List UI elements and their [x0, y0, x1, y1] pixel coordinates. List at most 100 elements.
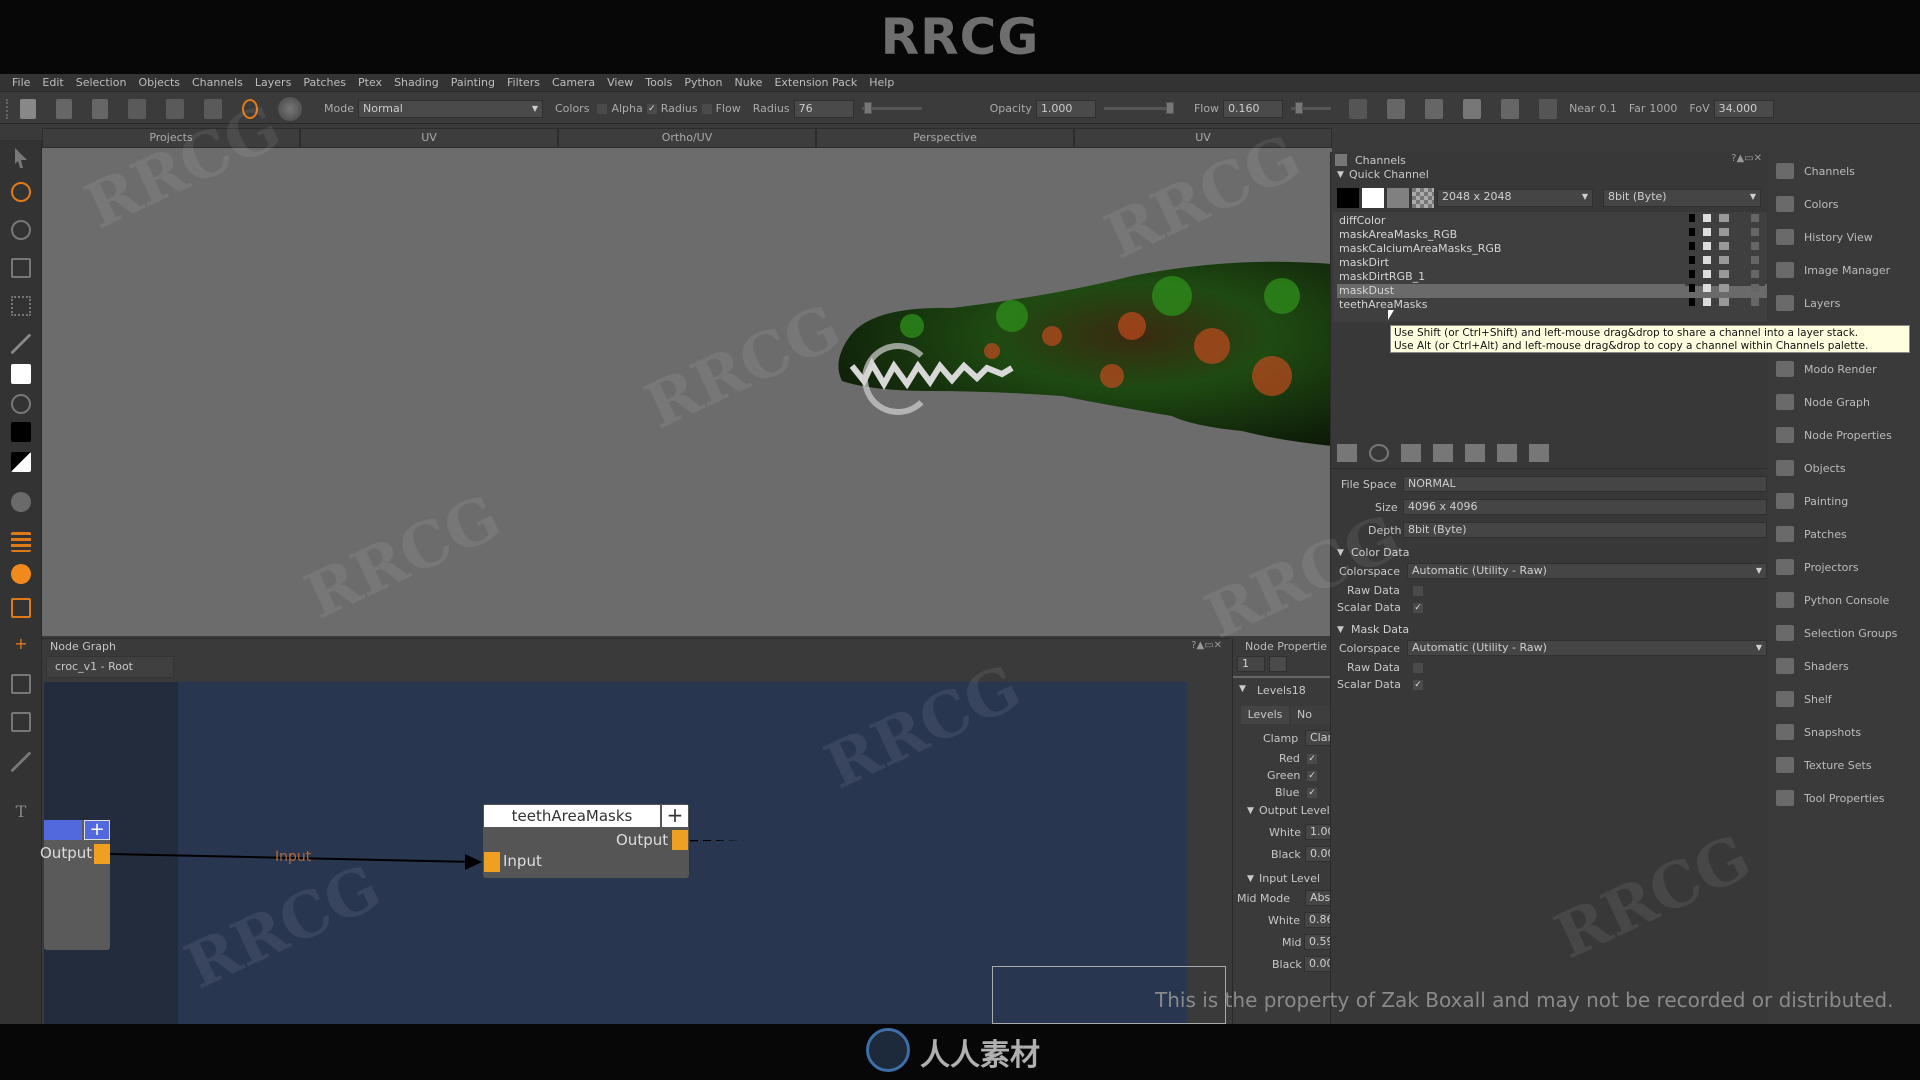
menu-file[interactable]: File: [12, 76, 30, 89]
channel-type-icon[interactable]: [1703, 214, 1711, 312]
reload-icon[interactable]: [1465, 444, 1485, 462]
tab-node[interactable]: No: [1291, 706, 1330, 724]
add-channel-icon[interactable]: [1337, 444, 1357, 462]
dock-patches[interactable]: Patches: [1776, 521, 1847, 547]
menu-camera[interactable]: Camera: [552, 76, 595, 89]
gray-channel-swatch[interactable]: [1387, 188, 1409, 208]
wireframe-icon[interactable]: [1349, 98, 1368, 119]
dock-channels[interactable]: Channels: [1776, 158, 1855, 184]
menu-channels[interactable]: Channels: [192, 76, 243, 89]
close-file-icon[interactable]: [56, 98, 72, 119]
erase-tool-icon[interactable]: [11, 220, 31, 240]
dock-tool-properties[interactable]: Tool Properties: [1776, 785, 1884, 811]
add-tool-icon[interactable]: +: [11, 634, 31, 654]
menu-help[interactable]: Help: [869, 76, 894, 89]
output-black-input[interactable]: 0.00: [1305, 846, 1330, 862]
flow-checkbox[interactable]: [701, 103, 712, 114]
transparent-channel-swatch[interactable]: [1412, 188, 1434, 208]
duplicate-icon[interactable]: [1529, 444, 1549, 462]
dock-colors[interactable]: Colors: [1776, 191, 1838, 217]
near-value[interactable]: 0.1: [1599, 102, 1617, 115]
eyedropper-icon[interactable]: [11, 334, 31, 354]
panel-controls-icon[interactable]: ?▲▭✕: [1191, 640, 1222, 651]
color-scalar-data-checkbox[interactable]: ✓: [1413, 603, 1423, 613]
tab-ortho-uv[interactable]: Ortho/UV: [558, 128, 816, 148]
add-icon[interactable]: +: [84, 820, 110, 840]
clear-icon[interactable]: [11, 674, 31, 694]
depth-field[interactable]: 8bit (Byte): [1403, 522, 1767, 538]
transform-tool-icon[interactable]: [11, 492, 31, 512]
flag-icon[interactable]: [1501, 98, 1520, 119]
dock-objects[interactable]: Objects: [1776, 455, 1846, 481]
clamp-dropdown[interactable]: Clar: [1305, 730, 1330, 746]
opacity-input[interactable]: 1.000: [1035, 99, 1096, 118]
collapse-icon[interactable]: ▼: [1337, 625, 1344, 635]
export-icon[interactable]: [1497, 444, 1517, 462]
redo-icon[interactable]: [166, 98, 184, 119]
collapse-icon[interactable]: ▼: [1239, 684, 1246, 694]
mid-mode-dropdown[interactable]: Abs: [1305, 890, 1330, 906]
dock-image-manager[interactable]: Image Manager: [1776, 257, 1890, 283]
menu-ptex[interactable]: Ptex: [358, 76, 382, 89]
menu-python[interactable]: Python: [684, 76, 722, 89]
source-output-port[interactable]: [94, 844, 110, 864]
swap-colors-icon[interactable]: [11, 394, 31, 414]
node-pin-icon[interactable]: [1269, 656, 1287, 672]
collapse-icon[interactable]: ▼: [1337, 548, 1344, 558]
shading-icon[interactable]: [1463, 98, 1482, 119]
menu-objects[interactable]: Objects: [138, 76, 180, 89]
far-value[interactable]: 1000: [1649, 102, 1677, 115]
source-node-header[interactable]: [44, 820, 82, 840]
panel-controls-icon[interactable]: ?▲▭✕: [1731, 153, 1762, 164]
3d-viewport[interactable]: [42, 148, 1332, 636]
dock-modo-render[interactable]: Modo Render: [1776, 356, 1877, 382]
paint-region-icon[interactable]: [11, 598, 31, 618]
resolution-dropdown[interactable]: 2048 x 2048 ▼: [1437, 189, 1593, 207]
brush-tool-icon[interactable]: [11, 752, 31, 772]
depth-dropdown[interactable]: 8bit (Byte) ▼: [1603, 189, 1761, 207]
save-file-icon[interactable]: [92, 98, 108, 119]
color-raw-data-checkbox[interactable]: [1413, 586, 1423, 596]
menu-edit[interactable]: Edit: [42, 76, 63, 89]
menu-filters[interactable]: Filters: [507, 76, 540, 89]
collapse-icon[interactable]: ▼: [1247, 874, 1254, 884]
settings-icon[interactable]: [204, 98, 222, 119]
channel-row-icons[interactable]: [1685, 214, 1765, 312]
list-icon[interactable]: [1433, 444, 1453, 462]
new-file-icon[interactable]: [20, 98, 36, 119]
opacity-slider[interactable]: [1103, 102, 1174, 114]
marquee-select-icon[interactable]: [11, 296, 31, 316]
dock-layers[interactable]: Layers: [1776, 290, 1840, 316]
white-channel-swatch[interactable]: [1362, 188, 1384, 208]
dock-python-console[interactable]: Python Console: [1776, 587, 1889, 613]
file-space-dropdown[interactable]: NORMAL: [1403, 476, 1767, 492]
menu-shading[interactable]: Shading: [394, 76, 439, 89]
menu-tools[interactable]: Tools: [645, 76, 672, 89]
radius-slider[interactable]: [861, 102, 922, 114]
flow-slider[interactable]: [1291, 102, 1332, 114]
red-checkbox[interactable]: ✓: [1307, 754, 1317, 764]
node-title[interactable]: teethAreaMasks: [484, 805, 660, 827]
node-index-input[interactable]: 1: [1237, 656, 1265, 672]
dock-projectors[interactable]: Projectors: [1776, 554, 1859, 580]
dock-snapshots[interactable]: Snapshots: [1776, 719, 1861, 745]
output-white-input[interactable]: 1.00: [1305, 824, 1330, 840]
frame-icon[interactable]: [1425, 98, 1444, 119]
paint-tool-icon[interactable]: [11, 182, 31, 202]
tab-levels[interactable]: Levels: [1241, 706, 1289, 724]
green-checkbox[interactable]: ✓: [1307, 771, 1317, 781]
layer-stack-icon[interactable]: [1719, 214, 1729, 312]
undo-icon[interactable]: [128, 98, 146, 119]
menu-extension-pack[interactable]: Extension Pack: [774, 76, 857, 89]
dock-node-properties[interactable]: Node Properties: [1776, 422, 1892, 448]
frame-tool-icon[interactable]: [11, 712, 31, 732]
select-tool-icon[interactable]: [15, 148, 27, 168]
node-output-port[interactable]: [672, 830, 688, 850]
menu-layers[interactable]: Layers: [255, 76, 291, 89]
toolbar-grip[interactable]: [6, 98, 10, 119]
black-channel-swatch[interactable]: [1337, 188, 1359, 208]
tab-uv-2[interactable]: UV: [1074, 128, 1332, 148]
brush-preview-icon[interactable]: [278, 96, 302, 121]
tab-uv[interactable]: UV: [300, 128, 558, 148]
menu-nuke[interactable]: Nuke: [735, 76, 763, 89]
